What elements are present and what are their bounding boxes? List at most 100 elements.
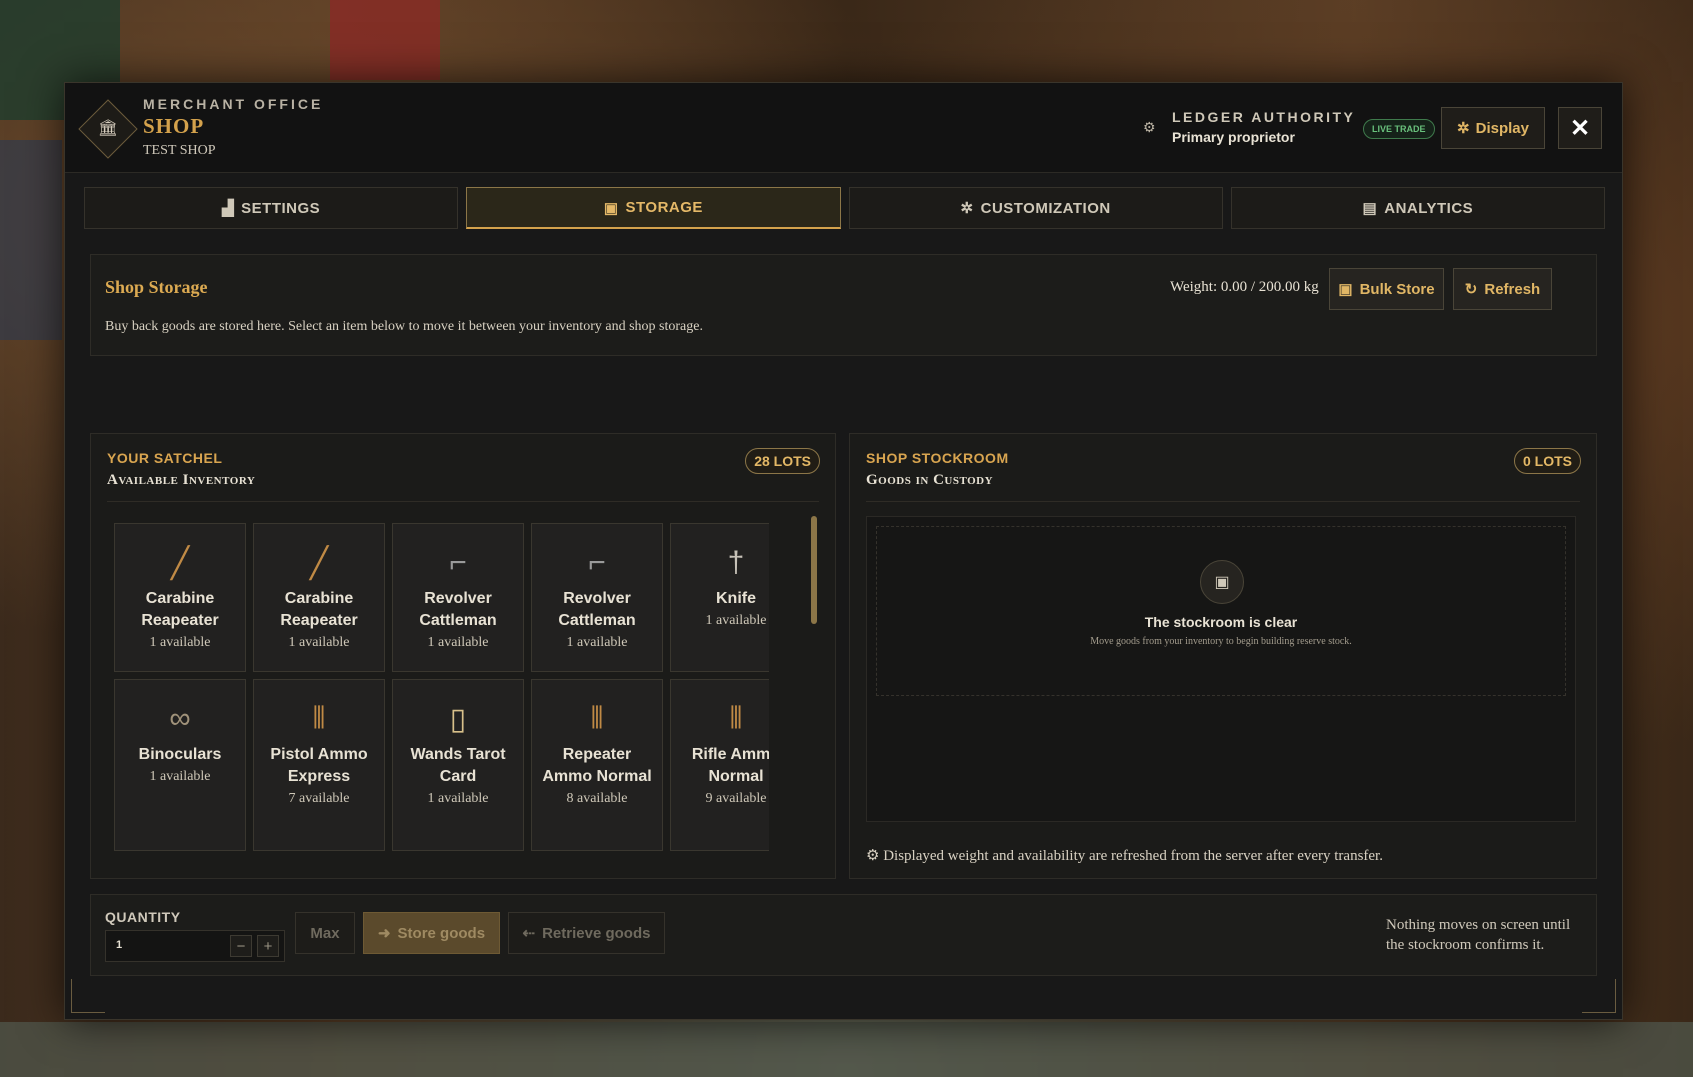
knife-icon: †	[727, 546, 745, 579]
tab-label: ANALYTICS	[1384, 199, 1474, 217]
close-button[interactable]: ✕	[1558, 107, 1602, 149]
empty-subtitle: Move goods from your inventory to begin …	[1090, 636, 1352, 647]
gear-icon: ⚙	[866, 848, 880, 864]
background-poster	[330, 0, 440, 80]
background-shelf	[0, 140, 62, 340]
tab-storage[interactable]: ▣ STORAGE	[466, 187, 841, 229]
quantity-value[interactable]: 1	[116, 939, 122, 951]
tab-analytics[interactable]: ▤ ANALYTICS	[1230, 187, 1605, 229]
inventory-item[interactable]: ╱ Carabine Reapeater 1 available	[114, 523, 246, 672]
display-button[interactable]: ✲ Display	[1441, 107, 1545, 149]
store-goods-label: Store goods	[397, 924, 486, 942]
refresh-note-text: Displayed weight and availability are re…	[883, 848, 1383, 864]
inventory-item[interactable]: ⦀ Rifle Ammo Normal 9 available	[670, 679, 769, 851]
refresh-button[interactable]: ↻ Refresh	[1453, 268, 1552, 310]
gear-icon: ✲	[960, 200, 974, 217]
tab-label: CUSTOMIZATION	[980, 199, 1111, 217]
item-availability: 1 available	[427, 635, 489, 650]
item-name: Wands Tarot Card	[410, 746, 506, 785]
stockroom-title: Goods in Custody	[866, 472, 994, 488]
shop-modal: 🏛 MERCHANT OFFICE SHOP TEST SHOP ⚙ LEDGE…	[64, 82, 1623, 1020]
item-name: Knife	[716, 590, 756, 607]
item-availability: 9 available	[705, 791, 767, 806]
rifle-icon: ╱	[170, 546, 190, 580]
arrow-right-icon: ➜	[377, 925, 391, 942]
arrow-left-icon: ⇠	[522, 925, 536, 942]
shop-name: TEST SHOP	[143, 143, 216, 158]
stockroom-list: ▣ The stockroom is clear Move goods from…	[866, 516, 1576, 822]
item-name: Revolver Cattleman	[419, 590, 497, 629]
storage-panel: Shop Storage Buy back goods are stored h…	[90, 254, 1597, 356]
divider	[866, 501, 1580, 502]
tab-settings[interactable]: ▟ SETTINGS	[84, 187, 459, 229]
frame-corner	[1582, 979, 1616, 1013]
satchel-lots-badge: 28 LOTS	[745, 448, 820, 474]
inventory-item[interactable]: † Knife 1 available	[670, 523, 769, 672]
inventory-scrollbar[interactable]	[811, 516, 817, 624]
item-availability: 8 available	[566, 791, 628, 806]
inventory-item[interactable]: ∞ Binoculars 1 available	[114, 679, 246, 851]
page-title: SHOP	[143, 114, 205, 138]
quantity-stepper[interactable]: 1 − +	[105, 930, 285, 962]
item-name: Carabine Reapeater	[141, 590, 219, 629]
revolver-icon: ⌐	[588, 546, 606, 579]
stockroom-panel: SHOP STOCKROOM Goods in Custody 0 LOTS ▣…	[849, 433, 1597, 879]
modal-header: 🏛 MERCHANT OFFICE SHOP TEST SHOP ⚙ LEDGE…	[65, 83, 1622, 173]
quantity-bar: QUANTITY 1 − + Max ➜ Store goods ⇠ Retriev…	[90, 894, 1597, 976]
item-name: Repeater Ammo Normal	[542, 746, 652, 785]
empty-title: The stockroom is clear	[1144, 614, 1298, 630]
store-goods-button[interactable]: ➜ Store goods	[363, 912, 500, 954]
ledger-value: Primary proprietor	[1172, 129, 1295, 145]
ammo-icon: ⦀	[729, 702, 743, 735]
weight-readout: Weight: 0.00 / 200.00 kg	[1170, 279, 1319, 295]
inventory-item[interactable]: ⦀ Pistol Ammo Express 7 available	[253, 679, 385, 851]
item-availability: 1 available	[149, 769, 211, 784]
ledger-label: LEDGER AUTHORITY	[1172, 109, 1356, 125]
inventory-item[interactable]: ╱ Carabine Reapeater 1 available	[253, 523, 385, 672]
shop-emblem: 🏛	[78, 99, 138, 159]
stockroom-kicker: SHOP STOCKROOM	[866, 450, 1009, 466]
quantity-label: QUANTITY	[105, 909, 181, 925]
frame-corner	[71, 979, 105, 1013]
item-availability: 1 available	[427, 791, 489, 806]
ammo-icon: ⦀	[590, 702, 604, 735]
rifle-icon: ╱	[309, 546, 329, 580]
increment-button[interactable]: +	[257, 935, 279, 957]
inventory-item[interactable]: ▯ Wands Tarot Card 1 available	[392, 679, 524, 851]
ledger-icon: ⚙	[1143, 119, 1156, 135]
bulk-store-label: Bulk Store	[1359, 280, 1435, 298]
satchel-panel: YOUR SATCHEL Available Inventory 28 LOTS…	[90, 433, 836, 879]
refresh-icon: ↻	[1464, 281, 1478, 298]
item-name: Pistol Ammo Express	[270, 746, 368, 785]
box-icon: ▣	[1338, 281, 1353, 298]
quantity-note: Nothing moves on screen until the stockr…	[1386, 917, 1571, 953]
tab-label: STORAGE	[625, 199, 703, 216]
shop-icon: 🏛	[97, 120, 119, 137]
tarot-card-icon: ▯	[449, 702, 467, 736]
retrieve-goods-label: Retrieve goods	[542, 924, 651, 942]
gear-icon: ✲	[1457, 120, 1470, 137]
inventory-grid[interactable]: ╱ Carabine Reapeater 1 available ╱ Carabine…	[107, 516, 769, 854]
item-name: Carabine Reapeater	[280, 590, 358, 629]
tab-label: SETTINGS	[241, 199, 321, 217]
inventory-item[interactable]: ⌐ Revolver Cattleman 1 available	[392, 523, 524, 672]
item-availability: 1 available	[705, 613, 767, 628]
item-availability: 1 available	[149, 635, 211, 650]
refresh-note: ⚙ Displayed weight and availability are …	[866, 846, 1383, 865]
inventory-item[interactable]: ⦀ Repeater Ammo Normal 8 available	[531, 679, 663, 851]
retrieve-goods-button[interactable]: ⇠ Retrieve goods	[508, 912, 665, 954]
storage-title: Shop Storage	[105, 277, 208, 297]
chart-icon: ▟	[222, 200, 235, 217]
header-kicker: MERCHANT OFFICE	[143, 96, 324, 112]
bulk-store-button[interactable]: ▣ Bulk Store	[1329, 268, 1444, 310]
max-button[interactable]: Max	[295, 912, 355, 954]
item-name: Rifle Ammo Normal	[691, 746, 769, 785]
ammo-icon: ⦀	[312, 702, 326, 735]
stockroom-lots-badge: 0 LOTS	[1513, 448, 1581, 474]
refresh-label: Refresh	[1484, 280, 1541, 298]
inventory-item[interactable]: ⌐ Revolver Cattleman 1 available	[531, 523, 663, 672]
tab-customization[interactable]: ✲ CUSTOMIZATION	[848, 187, 1223, 229]
decrement-button[interactable]: −	[230, 935, 252, 957]
empty-state: ▣ The stockroom is clear Move goods from…	[876, 526, 1566, 696]
satchel-kicker: YOUR SATCHEL	[107, 450, 223, 466]
